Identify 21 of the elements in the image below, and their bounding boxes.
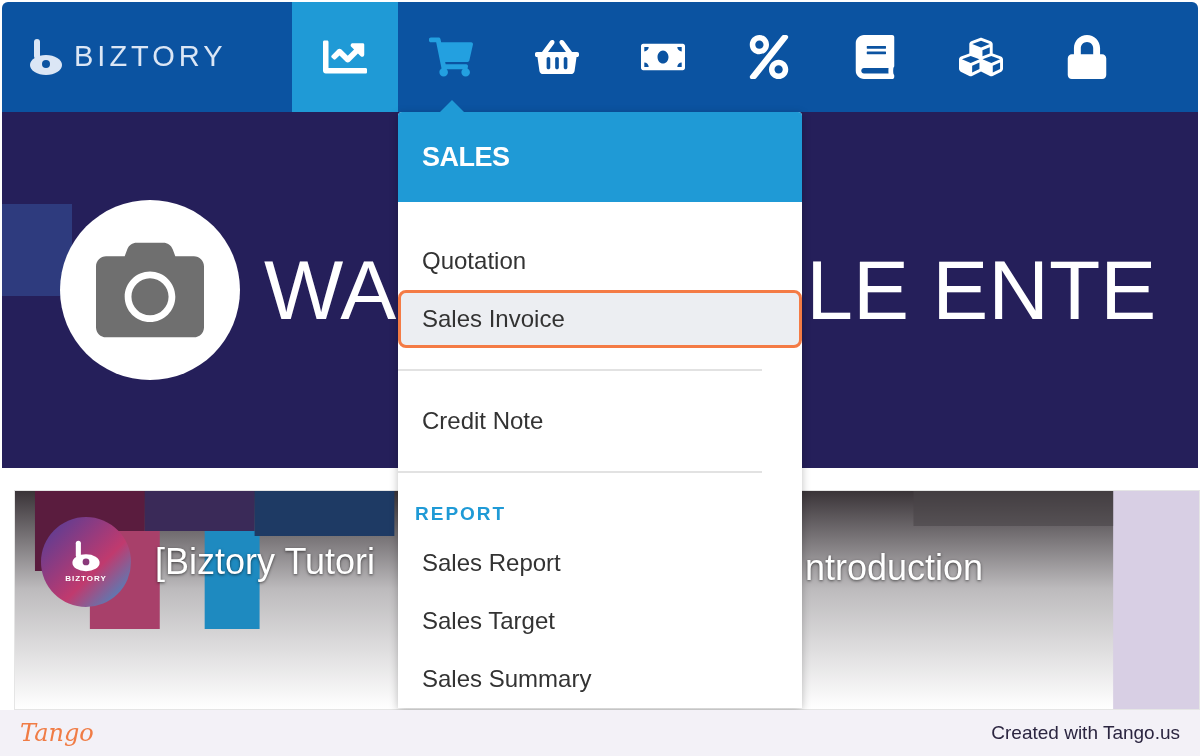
menu-title: SALES	[422, 140, 510, 174]
book-icon	[853, 35, 897, 79]
menu-section-heading: REPORT	[415, 501, 507, 526]
cubes-icon	[959, 35, 1003, 79]
menu-item[interactable]: Quotation	[398, 232, 802, 290]
cart-icon	[429, 35, 473, 79]
tango-logo: Tango	[20, 718, 94, 749]
banner-title: WA	[264, 248, 397, 332]
credit-text: Created with Tango.us	[991, 720, 1180, 745]
menu-item[interactable]: Sales Summary	[398, 650, 802, 708]
menu-item[interactable]: Sales Invoice	[398, 290, 802, 348]
lock-icon	[1065, 35, 1109, 79]
banner-title: LE ENTE	[806, 248, 1157, 332]
video-title: ntroduction	[805, 546, 984, 590]
brand-name: BIZTORY	[74, 39, 227, 75]
logo-icon	[69, 539, 103, 573]
percent-icon	[747, 35, 791, 79]
menu-item[interactable]: Credit Note	[398, 392, 802, 450]
menu-item[interactable]: Sales Target	[398, 592, 802, 650]
menu-item[interactable]: Sales Report	[398, 534, 802, 592]
channel-name: BIZTORY	[65, 573, 107, 585]
